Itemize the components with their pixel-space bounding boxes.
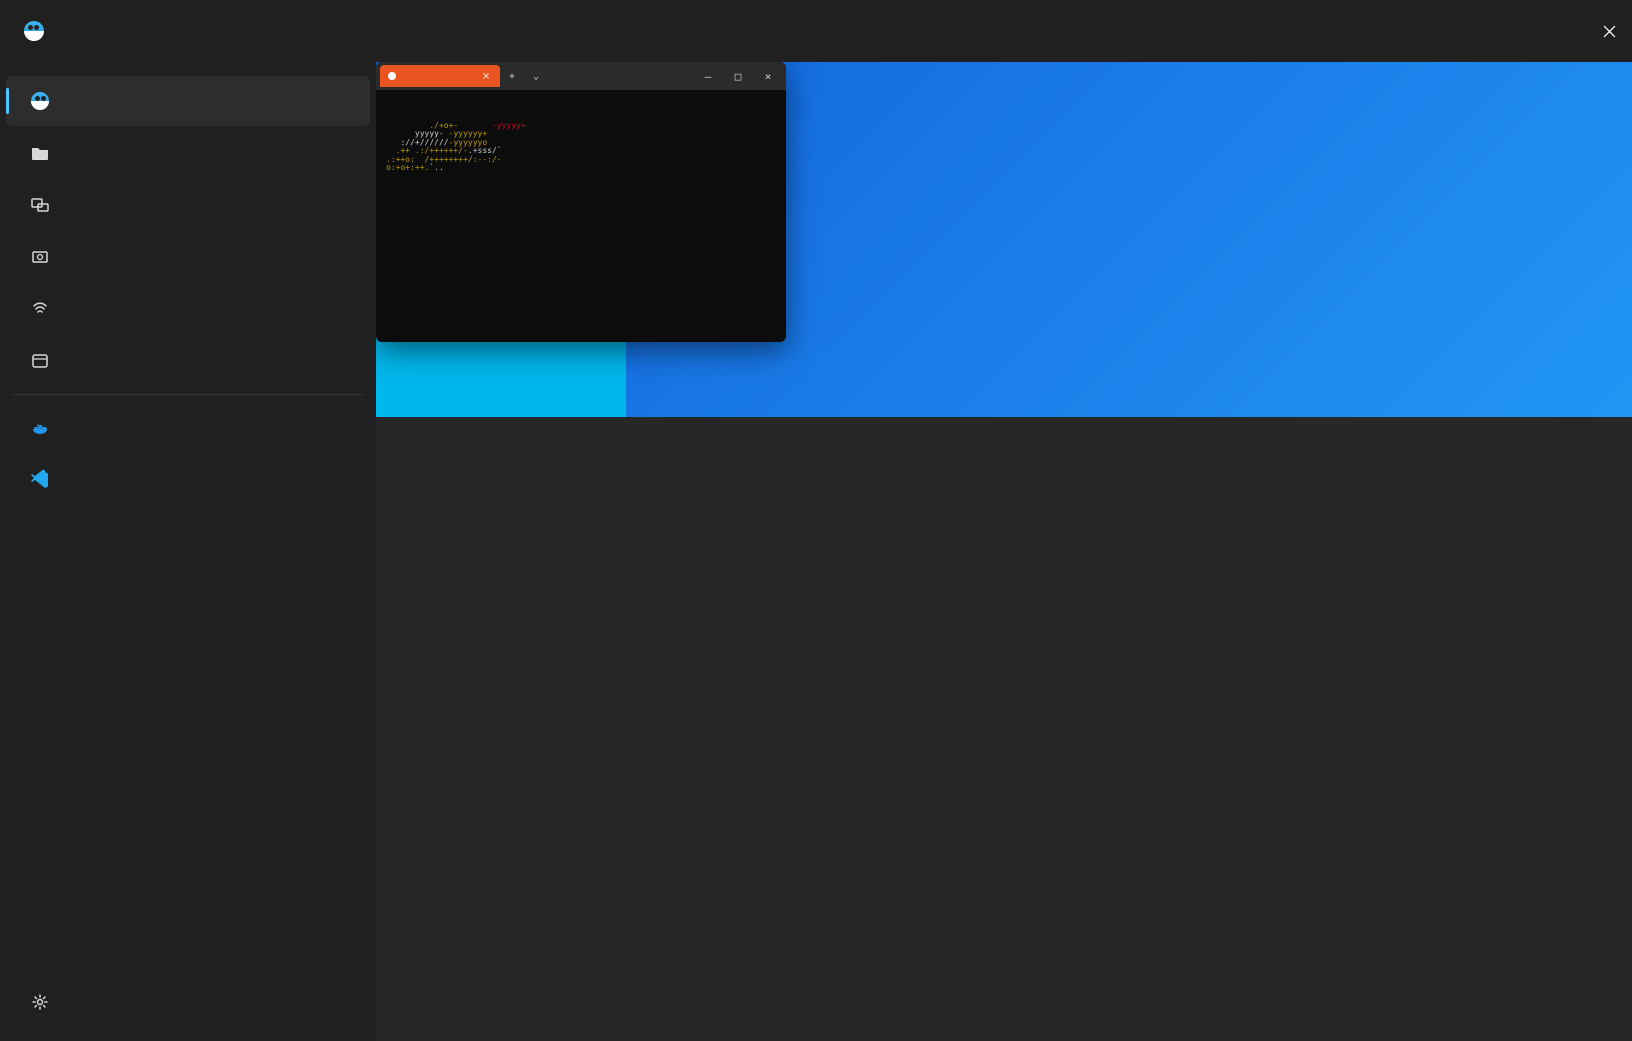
terminal-tab: × [380,65,500,87]
gear-icon [30,992,50,1012]
nav-divider [14,394,362,395]
tab-close-icon: × [482,69,490,84]
content-area: × + ⌄ — □ × ./+o+- -yyyyy+ yyyyy- -yyyyy… [376,62,1632,1041]
apps-icon [30,195,50,215]
distro-icon [30,351,50,371]
dropdown-icon: ⌄ [524,71,548,82]
maximize-icon: □ [724,64,752,88]
sidebar-item-gui[interactable] [6,180,370,230]
close-icon: × [754,64,782,88]
hero-accent [376,337,626,417]
sidebar-item-vscode[interactable] [6,455,370,505]
penguin-icon [30,91,50,111]
minimize-icon: — [694,64,722,88]
folder-icon [30,143,50,163]
sidebar-item-files[interactable] [6,128,370,178]
app-window: × + ⌄ — □ × ./+o+- -yyyyy+ yyyyy- -yyyyy… [0,0,1632,1041]
docker-icon [30,418,50,438]
close-button[interactable] [1586,11,1632,51]
sidebar-item-distro[interactable] [6,336,370,386]
vscode-icon [30,470,50,490]
app-penguin-icon [24,21,44,41]
sidebar-item-general[interactable] [6,76,370,126]
new-tab-icon: + [500,71,524,82]
close-icon [1603,25,1616,38]
sidebar-item-settings[interactable] [6,977,370,1027]
sidebar-item-docker[interactable] [6,403,370,453]
ascii-art-ubuntu: ./+o+- -yyyyy+ yyyyy- -yyyyyy+ ://+/////… [386,122,776,172]
terminal-ubuntu: × + ⌄ — □ × ./+o+- -yyyyy+ yyyyy- -yyyyy… [376,62,786,342]
network-icon [30,299,50,319]
sidebar [0,62,376,1041]
distro-dot-icon [388,72,396,80]
titlebar [0,0,1632,62]
hero-banner: × + ⌄ — □ × ./+o+- -yyyyy+ yyyyy- -yyyyy… [376,62,1632,417]
gpu-icon [30,247,50,267]
sidebar-item-gpu[interactable] [6,232,370,282]
sidebar-item-network[interactable] [6,284,370,334]
